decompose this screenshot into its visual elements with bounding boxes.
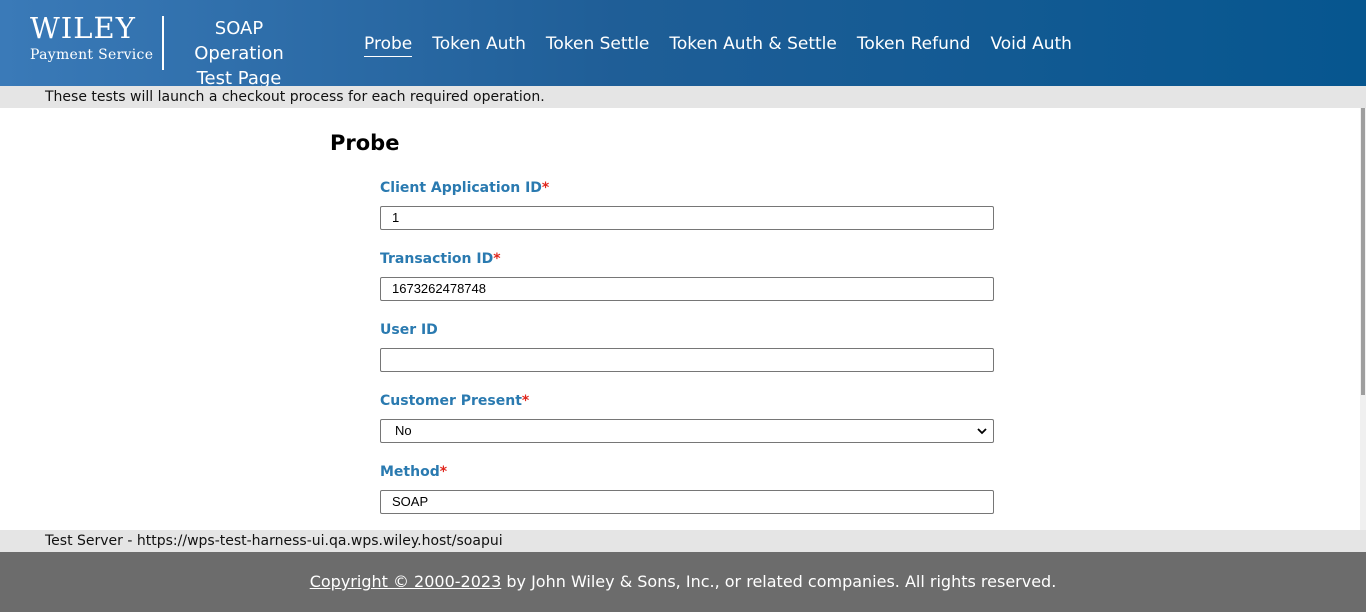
footer: Copyright © 2000-2023 by John Wiley & So… [0,552,1366,612]
app-title-line1: SOAP Operation [194,18,284,64]
transaction-id-label: Transaction ID* [380,251,501,267]
main-nav: Probe Token Auth Token Settle Token Auth… [364,32,1092,57]
client-app-id-label-text: Client Application ID [380,180,542,196]
chevron-down-icon [977,428,987,435]
logo-wordmark: WILEY [30,11,136,45]
nav-token-auth[interactable]: Token Auth [432,32,526,57]
nav-token-settle[interactable]: Token Settle [546,32,650,57]
user-id-label-text: User ID [380,322,438,338]
required-marker: * [521,393,530,409]
copyright-link[interactable]: Copyright © 2000-2023 [310,572,502,591]
customer-present-value: No [395,423,412,438]
user-id-label: User ID [380,322,438,338]
customer-present-label: Customer Present* [380,393,529,409]
method-label: Method* [380,464,447,480]
method-input[interactable]: SOAP [380,490,994,514]
copyright-text: by John Wiley & Sons, Inc., or related c… [501,572,1057,591]
scrollbar-thumb[interactable] [1361,108,1365,395]
wiley-logo[interactable]: WILEY Payment Service [30,12,153,64]
logo-divider [162,16,164,70]
customer-present-label-text: Customer Present [380,393,522,409]
transaction-id-label-text: Transaction ID [380,251,494,267]
logo-subtitle: Payment Service [30,47,154,63]
server-info-bar: Test Server - https://wps-test-harness-u… [0,530,1366,552]
required-marker: * [439,464,448,480]
app-title: SOAP Operation Test Page [172,16,306,91]
nav-void-auth[interactable]: Void Auth [990,32,1071,57]
required-marker: * [493,251,501,267]
page-title: Probe [330,131,400,155]
method-label-text: Method [380,464,440,480]
nav-token-refund[interactable]: Token Refund [857,32,971,57]
user-id-input[interactable] [380,348,994,372]
main-content: Probe Client Application ID* 1 Transacti… [0,108,1366,530]
required-marker: * [541,180,550,196]
nav-token-auth-settle[interactable]: Token Auth & Settle [669,32,836,57]
header: WILEY Payment Service SOAP Operation Tes… [0,0,1366,89]
transaction-id-input[interactable]: 1673262478748 [380,277,994,301]
client-app-id-label: Client Application ID* [380,180,549,196]
customer-present-select[interactable]: No [380,419,994,443]
info-bar: These tests will launch a checkout proce… [0,86,1366,108]
scrollbar[interactable] [1360,108,1366,530]
nav-probe[interactable]: Probe [364,32,413,57]
client-app-id-input[interactable]: 1 [380,206,994,230]
